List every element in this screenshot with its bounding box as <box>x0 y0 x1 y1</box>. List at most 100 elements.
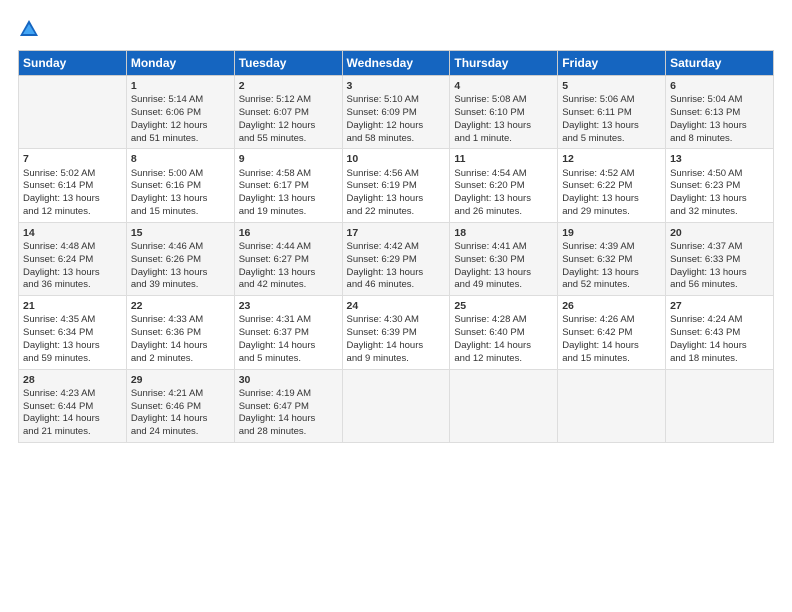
cell-line: Sunrise: 4:23 AM <box>23 388 122 401</box>
cell-line: and 15 minutes. <box>131 206 230 219</box>
cell-line: and 2 minutes. <box>131 353 230 366</box>
cell-line: Sunset: 6:11 PM <box>562 107 661 120</box>
header <box>18 18 774 40</box>
cell-line: Daylight: 13 hours <box>347 193 446 206</box>
header-cell-friday: Friday <box>558 51 666 76</box>
cell-line: Sunrise: 4:50 AM <box>670 168 769 181</box>
day-number: 26 <box>562 299 661 313</box>
cell-line: and 26 minutes. <box>454 206 553 219</box>
cell-line: and 12 minutes. <box>23 206 122 219</box>
cell-line: Sunrise: 5:06 AM <box>562 94 661 107</box>
calendar-cell: 10 Sunrise: 4:56 AMSunset: 6:19 PMDayligh… <box>342 149 450 222</box>
calendar-cell: 17Sunrise: 4:42 AMSunset: 6:29 PMDayligh… <box>342 222 450 295</box>
day-number: 21 <box>23 299 122 313</box>
calendar-cell: 29Sunrise: 4:21 AMSunset: 6:46 PMDayligh… <box>126 369 234 442</box>
cell-line: Sunset: 6:42 PM <box>562 327 661 340</box>
cell-line: Sunset: 6:43 PM <box>670 327 769 340</box>
cell-line: Sunset: 6:33 PM <box>670 254 769 267</box>
cell-line: and 46 minutes. <box>347 279 446 292</box>
cell-line: Sunset: 6:30 PM <box>454 254 553 267</box>
day-number: 27 <box>670 299 769 313</box>
cell-line: and 18 minutes. <box>670 353 769 366</box>
cell-line: and 32 minutes. <box>670 206 769 219</box>
calendar-cell: 3Sunrise: 5:10 AMSunset: 6:09 PMDaylight… <box>342 76 450 149</box>
cell-line: Daylight: 12 hours <box>131 120 230 133</box>
cell-line: and 19 minutes. <box>239 206 338 219</box>
cell-line: Sunset: 6:32 PM <box>562 254 661 267</box>
cell-line: and 36 minutes. <box>23 279 122 292</box>
calendar-cell: 16Sunrise: 4:44 AMSunset: 6:27 PMDayligh… <box>234 222 342 295</box>
cell-line: Sunrise: 4:48 AM <box>23 241 122 254</box>
calendar-cell: 28Sunrise: 4:23 AMSunset: 6:44 PMDayligh… <box>19 369 127 442</box>
cell-line: Daylight: 14 hours <box>131 340 230 353</box>
cell-line: and 58 minutes. <box>347 133 446 146</box>
calendar-cell: 7Sunrise: 5:02 AMSunset: 6:14 PMDaylight… <box>19 149 127 222</box>
calendar-cell: 13Sunrise: 4:50 AMSunset: 6:23 PMDayligh… <box>666 149 774 222</box>
calendar-cell: 1Sunrise: 5:14 AMSunset: 6:06 PMDaylight… <box>126 76 234 149</box>
calendar-cell: 24Sunrise: 4:30 AMSunset: 6:39 PMDayligh… <box>342 296 450 369</box>
calendar-table: SundayMondayTuesdayWednesdayThursdayFrid… <box>18 50 774 443</box>
day-number: 22 <box>131 299 230 313</box>
cell-line: Sunrise: 4:46 AM <box>131 241 230 254</box>
calendar-cell: 26Sunrise: 4:26 AMSunset: 6:42 PMDayligh… <box>558 296 666 369</box>
calendar-cell: 2Sunrise: 5:12 AMSunset: 6:07 PMDaylight… <box>234 76 342 149</box>
cell-line: Sunrise: 4:21 AM <box>131 388 230 401</box>
calendar-cell: 27Sunrise: 4:24 AMSunset: 6:43 PMDayligh… <box>666 296 774 369</box>
cell-line: Sunset: 6:29 PM <box>347 254 446 267</box>
calendar-cell: 11Sunrise: 4:54 AMSunset: 6:20 PMDayligh… <box>450 149 558 222</box>
calendar-cell: 5Sunrise: 5:06 AMSunset: 6:11 PMDaylight… <box>558 76 666 149</box>
cell-line: Sunset: 6:06 PM <box>131 107 230 120</box>
cell-line: Sunrise: 5:14 AM <box>131 94 230 107</box>
cell-line: Daylight: 13 hours <box>239 193 338 206</box>
day-number: 29 <box>131 373 230 387</box>
calendar-cell: 19Sunrise: 4:39 AMSunset: 6:32 PMDayligh… <box>558 222 666 295</box>
cell-line: Sunset: 6:36 PM <box>131 327 230 340</box>
cell-line: Sunrise: 4:30 AM <box>347 314 446 327</box>
day-number: 28 <box>23 373 122 387</box>
cell-line: Daylight: 13 hours <box>562 193 661 206</box>
calendar-cell <box>666 369 774 442</box>
day-number: 18 <box>454 226 553 240</box>
calendar-cell <box>342 369 450 442</box>
cell-line: and 49 minutes. <box>454 279 553 292</box>
cell-line: Sunrise: 4:56 AM <box>347 168 446 181</box>
day-number: 5 <box>562 79 661 93</box>
cell-line: and 56 minutes. <box>670 279 769 292</box>
cell-line: Sunset: 6:14 PM <box>23 180 122 193</box>
calendar-cell: 6Sunrise: 5:04 AMSunset: 6:13 PMDaylight… <box>666 76 774 149</box>
calendar-cell: 12Sunrise: 4:52 AMSunset: 6:22 PMDayligh… <box>558 149 666 222</box>
cell-line: and 52 minutes. <box>562 279 661 292</box>
cell-line: Sunset: 6:26 PM <box>131 254 230 267</box>
cell-line: Daylight: 13 hours <box>670 193 769 206</box>
cell-line: and 12 minutes. <box>454 353 553 366</box>
cell-line: Sunset: 6:22 PM <box>562 180 661 193</box>
cell-line: and 5 minutes. <box>239 353 338 366</box>
cell-line: Sunset: 6:27 PM <box>239 254 338 267</box>
cell-line: Sunset: 6:19 PM <box>347 180 446 193</box>
cell-line: Sunrise: 4:28 AM <box>454 314 553 327</box>
cell-line: Daylight: 13 hours <box>454 267 553 280</box>
cell-line: Daylight: 13 hours <box>23 193 122 206</box>
cell-line: Sunrise: 5:08 AM <box>454 94 553 107</box>
cell-line: Sunrise: 4:41 AM <box>454 241 553 254</box>
cell-line: Daylight: 14 hours <box>454 340 553 353</box>
cell-line: and 5 minutes. <box>562 133 661 146</box>
day-number: 16 <box>239 226 338 240</box>
cell-line: and 15 minutes. <box>562 353 661 366</box>
header-row: SundayMondayTuesdayWednesdayThursdayFrid… <box>19 51 774 76</box>
day-number: 20 <box>670 226 769 240</box>
cell-line: Sunset: 6:20 PM <box>454 180 553 193</box>
cell-line: Sunrise: 4:24 AM <box>670 314 769 327</box>
cell-line: Daylight: 13 hours <box>670 120 769 133</box>
day-number: 4 <box>454 79 553 93</box>
cell-line: Sunrise: 4:37 AM <box>670 241 769 254</box>
day-number: 10 <box>347 152 446 166</box>
day-number: 30 <box>239 373 338 387</box>
calendar-cell: 25Sunrise: 4:28 AMSunset: 6:40 PMDayligh… <box>450 296 558 369</box>
day-number: 6 <box>670 79 769 93</box>
calendar-cell: 30Sunrise: 4:19 AMSunset: 6:47 PMDayligh… <box>234 369 342 442</box>
cell-line: Sunrise: 4:35 AM <box>23 314 122 327</box>
cell-line: and 29 minutes. <box>562 206 661 219</box>
cell-line: Sunrise: 4:52 AM <box>562 168 661 181</box>
cell-line: and 8 minutes. <box>670 133 769 146</box>
